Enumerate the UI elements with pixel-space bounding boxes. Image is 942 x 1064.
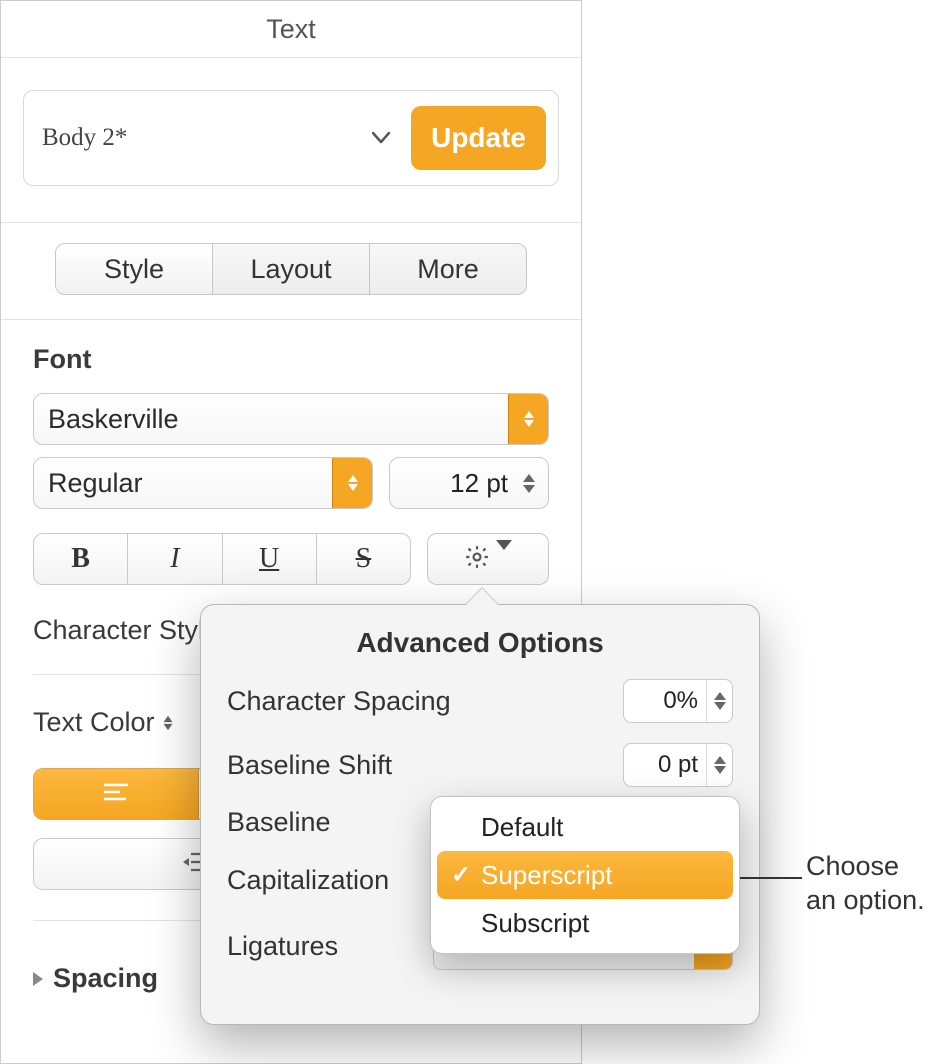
align-left-icon: [104, 783, 128, 806]
chevron-down-icon[interactable]: [163, 715, 173, 731]
char-spacing-value: 0%: [624, 687, 706, 715]
underline-button[interactable]: U: [223, 534, 317, 584]
baseline-shift-label: Baseline Shift: [227, 750, 623, 781]
baseline-dropdown: Default ✓ Superscript Subscript: [430, 796, 740, 954]
format-tabs: Style Layout More: [55, 243, 527, 295]
tab-layout[interactable]: Layout: [213, 244, 370, 294]
font-section-label: Font: [33, 344, 549, 375]
align-left-button[interactable]: [34, 769, 199, 819]
select-arrows-icon: [332, 458, 372, 508]
check-icon: ✓: [451, 861, 471, 890]
chevron-down-icon: [361, 118, 401, 158]
stepper-arrows-icon[interactable]: [516, 473, 542, 494]
baseline-shift-value: 0 pt: [624, 751, 706, 779]
sidebar-title: Text: [1, 1, 581, 57]
font-family-value: Baskerville: [48, 404, 508, 435]
baseline-shift-stepper[interactable]: 0 pt: [623, 743, 733, 787]
baseline-option-subscript[interactable]: Subscript: [431, 899, 739, 947]
text-style-segment: B I U S: [33, 533, 411, 585]
divider: [1, 319, 581, 320]
font-size-value: 12 pt: [404, 468, 516, 499]
advanced-options-button[interactable]: [427, 533, 549, 585]
font-family-select[interactable]: Baskerville: [33, 393, 549, 445]
callout-leader-line: [740, 877, 802, 879]
bold-button[interactable]: B: [34, 534, 128, 584]
ligatures-label: Ligatures: [227, 931, 433, 962]
callout-text: Choose an option.: [806, 850, 925, 918]
chevron-right-icon: [33, 972, 43, 986]
baseline-option-superscript[interactable]: ✓ Superscript: [437, 851, 733, 899]
stepper-arrows-icon[interactable]: [706, 744, 732, 786]
font-weight-select[interactable]: Regular: [33, 457, 373, 509]
baseline-option-label: Superscript: [481, 860, 613, 891]
tab-style[interactable]: Style: [56, 244, 213, 294]
paragraph-style-name: Body 2*: [42, 124, 361, 152]
gear-icon: [464, 544, 490, 575]
select-arrows-icon: [508, 394, 548, 444]
stepper-arrows-icon[interactable]: [706, 680, 732, 722]
italic-button[interactable]: I: [128, 534, 222, 584]
font-weight-value: Regular: [48, 468, 332, 499]
char-spacing-stepper[interactable]: 0%: [623, 679, 733, 723]
text-color-label: Text Color: [33, 707, 155, 738]
divider: [1, 57, 581, 58]
update-button[interactable]: Update: [411, 106, 546, 170]
divider: [1, 222, 581, 223]
font-size-stepper[interactable]: 12 pt: [389, 457, 549, 509]
popover-title: Advanced Options: [227, 627, 733, 659]
paragraph-style-selector[interactable]: Body 2* Update: [23, 90, 559, 186]
char-spacing-label: Character Spacing: [227, 686, 623, 717]
chevron-down-icon: [496, 550, 512, 568]
tab-more[interactable]: More: [370, 244, 526, 294]
baseline-option-default[interactable]: Default: [431, 803, 739, 851]
spacing-label: Spacing: [53, 963, 158, 994]
strikethrough-button[interactable]: S: [317, 534, 410, 584]
